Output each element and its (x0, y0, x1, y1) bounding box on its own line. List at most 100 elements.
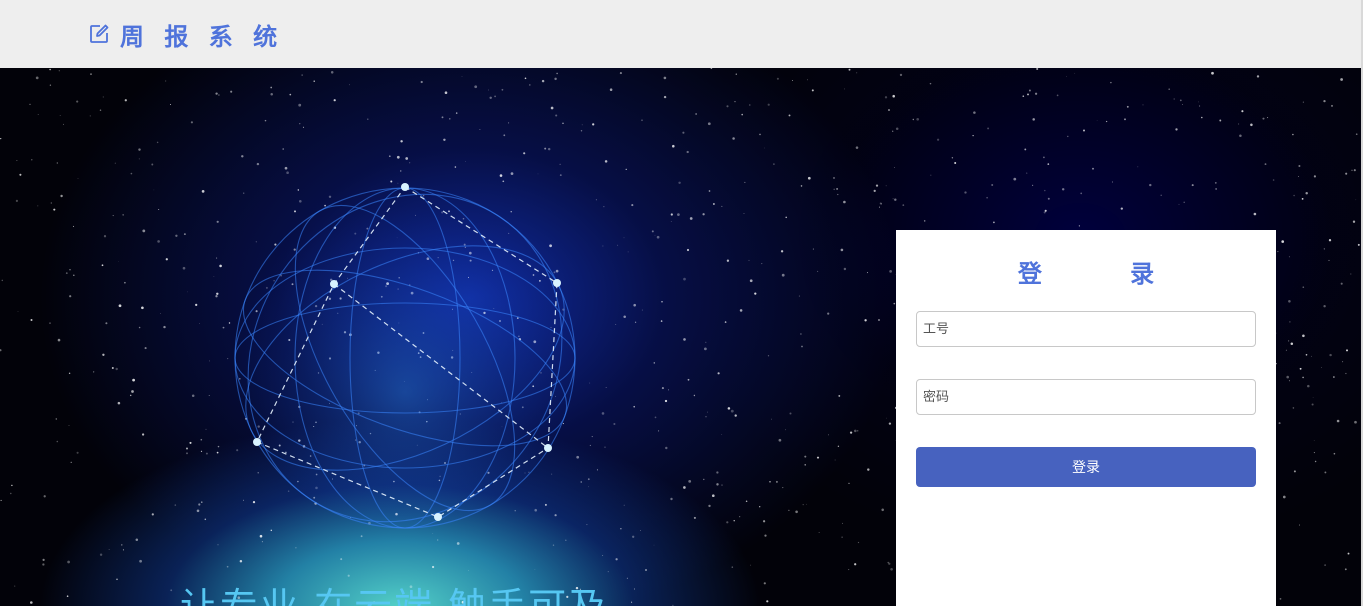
star (444, 91, 448, 94)
star (270, 92, 273, 96)
star (57, 338, 61, 342)
star (201, 501, 203, 503)
star (708, 190, 711, 192)
login-button[interactable]: 登录 (916, 447, 1256, 487)
star (1329, 353, 1332, 357)
star (726, 105, 729, 108)
star (1191, 184, 1194, 187)
star (812, 248, 814, 250)
star (69, 295, 72, 298)
star (677, 213, 680, 216)
star (138, 326, 141, 329)
star (678, 181, 681, 185)
star (761, 263, 763, 265)
star (721, 205, 723, 207)
star (165, 258, 168, 261)
star (767, 103, 770, 106)
star (717, 372, 720, 375)
star (37, 205, 39, 207)
star (209, 360, 210, 362)
star (704, 347, 707, 351)
star (129, 394, 132, 397)
star (1173, 98, 1175, 100)
star (670, 497, 673, 501)
star (121, 544, 123, 546)
star (887, 561, 889, 564)
password-input[interactable] (916, 379, 1256, 415)
star (405, 157, 409, 160)
star (626, 577, 628, 579)
star (501, 88, 504, 91)
star (743, 213, 745, 214)
star (617, 244, 619, 246)
star (239, 560, 243, 563)
star (726, 521, 729, 524)
star (201, 190, 205, 193)
star (340, 558, 343, 561)
star (873, 189, 876, 193)
star (298, 103, 302, 107)
star (1056, 94, 1059, 97)
star (711, 494, 715, 498)
star (885, 185, 887, 187)
star (1324, 471, 1327, 474)
star (396, 155, 400, 159)
star (141, 433, 145, 436)
star (301, 74, 303, 76)
employee-id-input[interactable] (916, 311, 1256, 347)
star (367, 118, 369, 120)
star (695, 113, 697, 115)
star (89, 115, 91, 117)
star (1305, 192, 1308, 195)
star (1282, 495, 1286, 499)
star (749, 104, 751, 106)
star (837, 193, 839, 196)
star (951, 157, 954, 159)
star (1080, 192, 1083, 195)
star (1183, 201, 1185, 204)
star (867, 468, 870, 471)
star (632, 535, 635, 538)
star (282, 148, 284, 150)
star (954, 161, 957, 165)
star (759, 133, 761, 136)
star (199, 323, 200, 325)
star (785, 216, 787, 219)
star (619, 72, 622, 75)
star (1312, 397, 1314, 398)
star (1034, 92, 1038, 95)
star (216, 292, 219, 296)
star (226, 565, 229, 568)
star (764, 147, 765, 149)
star (524, 77, 527, 80)
star (547, 147, 551, 151)
star (726, 259, 730, 262)
star (1350, 273, 1352, 275)
star (264, 119, 267, 122)
star (1342, 361, 1344, 363)
star (117, 261, 119, 262)
star (892, 198, 894, 200)
star (556, 72, 558, 75)
star (1290, 342, 1294, 345)
star (661, 387, 664, 390)
star (65, 272, 68, 274)
star (602, 245, 604, 247)
star (183, 233, 186, 236)
star (15, 199, 19, 203)
star (993, 221, 995, 224)
star (800, 185, 803, 187)
star (687, 378, 690, 381)
star (641, 309, 643, 311)
star (1, 279, 4, 282)
star (651, 230, 654, 233)
star (625, 168, 627, 170)
star (1305, 353, 1308, 356)
star (780, 250, 784, 253)
star (604, 446, 606, 448)
star (196, 509, 200, 513)
star (1313, 175, 1316, 178)
star (631, 204, 634, 207)
star (1043, 211, 1046, 214)
star (849, 431, 853, 434)
